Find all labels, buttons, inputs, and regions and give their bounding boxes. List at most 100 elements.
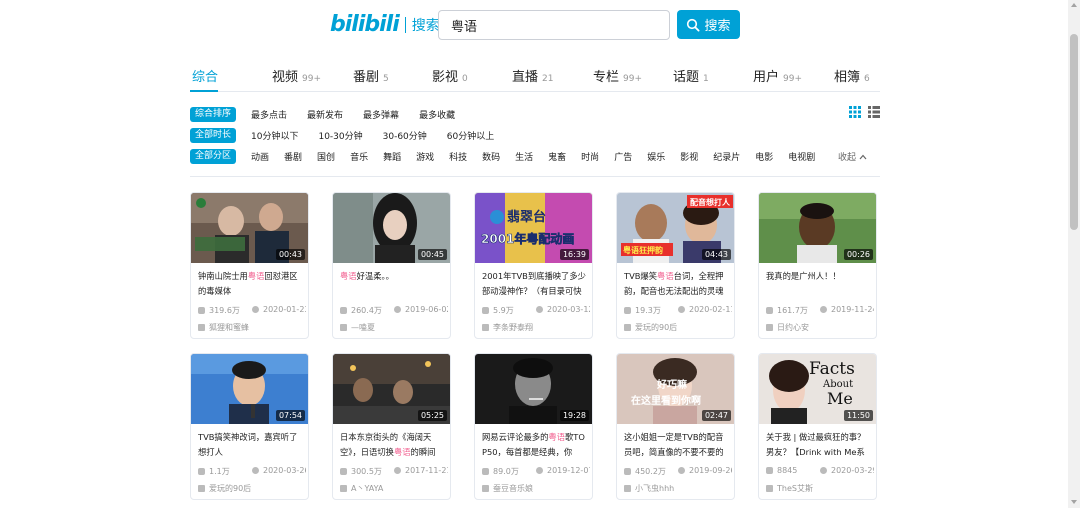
list-view-icon[interactable] bbox=[868, 106, 880, 118]
zone-item[interactable]: 音乐 bbox=[350, 150, 368, 163]
zone-item[interactable]: 番剧 bbox=[284, 150, 302, 163]
video-card[interactable]: 配音想打人 粤语狂押韵 04:43 TVB爆笑粤语台词，全程押韵，配音也无法配出… bbox=[616, 192, 735, 339]
zone-item[interactable]: 影视 bbox=[680, 150, 698, 163]
video-author[interactable]: 爱玩的90后 bbox=[624, 322, 677, 333]
view-toggle bbox=[849, 106, 880, 118]
zone-item[interactable]: 电影 bbox=[755, 150, 773, 163]
sort-most-favorite[interactable]: 最多收藏 bbox=[419, 108, 455, 121]
zone-item[interactable]: 鬼畜 bbox=[548, 150, 566, 163]
duration-all[interactable]: 全部时长 bbox=[190, 127, 237, 143]
video-author[interactable]: A丶YAYA bbox=[340, 483, 383, 494]
video-title[interactable]: TVB爆笑粤语台词，全程押韵，配音也无法配出的灵魂 bbox=[624, 269, 730, 299]
video-thumbnail[interactable]: 翡翠台 2001年粤配动画 16:39 bbox=[475, 193, 592, 263]
video-title[interactable]: 日本东京街头的《海阔天空》，日语切换粤语的瞬间 bbox=[340, 430, 446, 460]
tab-topic[interactable]: 话题 1 bbox=[673, 66, 709, 85]
video-author[interactable]: 狐狸和蜜蜂 bbox=[198, 322, 249, 333]
video-card[interactable]: 19:28 网易云评论最多的粤语歌TOP50，每首都是经典，你 89.0万 20… bbox=[474, 353, 593, 500]
duration-30-60[interactable]: 30-60分钟 bbox=[383, 129, 427, 142]
play-count-icon bbox=[482, 468, 489, 475]
video-card[interactable]: 翡翠台 2001年粤配动画 16:39 2001年TVB到底播映了多少部动漫神作… bbox=[474, 192, 593, 339]
scroll-down-arrow-icon[interactable] bbox=[1071, 500, 1077, 504]
zone-item[interactable]: 舞蹈 bbox=[383, 150, 401, 163]
zone-item[interactable]: 国创 bbox=[317, 150, 335, 163]
video-title[interactable]: 钟南山院士用粤语回怼港区的毒媒体 bbox=[198, 269, 304, 299]
sort-newest[interactable]: 最新发布 bbox=[307, 108, 343, 121]
video-title[interactable]: 这小姐姐一定是TVB的配音员吧，简直像的不要不要的 bbox=[624, 430, 730, 460]
video-author[interactable]: 爱玩的90后 bbox=[198, 483, 251, 494]
title-text: 这小姐姐一定是TVB的配音员吧，简直像的不要不要的 bbox=[624, 432, 724, 457]
video-title[interactable]: 我真的是广州人！！ bbox=[766, 269, 872, 299]
video-card[interactable]: 00:43 钟南山院士用粤语回怼港区的毒媒体 319.6万 2020-01-23… bbox=[190, 192, 309, 339]
scroll-up-arrow-icon[interactable] bbox=[1071, 3, 1077, 7]
user-icon bbox=[766, 485, 773, 492]
tab-album[interactable]: 相簿 6 bbox=[834, 66, 870, 85]
video-duration: 07:54 bbox=[275, 410, 305, 421]
video-thumbnail[interactable]: 配音想打人 粤语狂押韵 04:43 bbox=[617, 193, 734, 263]
tab-label: 视频 bbox=[272, 70, 299, 85]
filter-divider bbox=[190, 176, 880, 177]
video-duration: 02:47 bbox=[701, 410, 731, 421]
zone-item[interactable]: 娱乐 bbox=[647, 150, 665, 163]
sort-most-danmaku[interactable]: 最多弹幕 bbox=[363, 108, 399, 121]
zone-item[interactable]: 数码 bbox=[482, 150, 500, 163]
video-title[interactable]: TVB搞笑神改词，嘉宾听了想打人 bbox=[198, 430, 304, 460]
video-thumbnail[interactable]: 19:28 bbox=[475, 354, 592, 424]
duration-10-30[interactable]: 10-30分钟 bbox=[318, 129, 362, 142]
tab-bangumi[interactable]: 番剧 5 bbox=[353, 66, 389, 85]
title-text: 钟南山院士用 bbox=[198, 271, 248, 281]
video-author[interactable]: 蚕豆音乐娘 bbox=[482, 483, 533, 494]
collapse-toggle[interactable]: 收起 bbox=[838, 150, 867, 163]
tab-live[interactable]: 直播 21 bbox=[512, 66, 553, 85]
zone-item[interactable]: 广告 bbox=[614, 150, 632, 163]
zone-item[interactable]: 科技 bbox=[449, 150, 467, 163]
video-thumbnail[interactable]: 好巧嘛 在这里看到你啊 02:47 bbox=[617, 354, 734, 424]
sort-default[interactable]: 综合排序 bbox=[190, 106, 237, 122]
video-thumbnail[interactable]: 05:25 bbox=[333, 354, 450, 424]
search-tabs: 综合 视频 99+ 番剧 5 影视 0 直播 21 专栏 99+ 话题 1 用户 99+ 相簿… bbox=[190, 58, 880, 92]
video-title[interactable]: 网易云评论最多的粤语歌TOP50，每首都是经典，你 bbox=[482, 430, 588, 460]
play-count-icon bbox=[624, 468, 631, 475]
tab-video[interactable]: 视频 99+ bbox=[272, 66, 321, 85]
scrollbar-thumb[interactable] bbox=[1070, 34, 1078, 230]
search-button[interactable]: 搜索 bbox=[677, 10, 740, 39]
zone-item[interactable]: 电视剧 bbox=[788, 150, 815, 163]
video-title[interactable]: 2001年TVB到底播映了多少部动漫神作？（有目录可快 bbox=[482, 269, 588, 299]
video-thumbnail[interactable]: Facts About Me 11:50 bbox=[759, 354, 876, 424]
bilibili-logo[interactable]: bilibili 搜索 bbox=[330, 12, 440, 37]
grid-view-icon[interactable] bbox=[849, 106, 861, 118]
duration-under-10[interactable]: 10分钟以下 bbox=[251, 129, 298, 142]
video-author[interactable]: 小飞虫hhh bbox=[624, 483, 674, 494]
video-card[interactable]: 05:25 日本东京街头的《海阔天空》，日语切换粤语的瞬间 300.5万 201… bbox=[332, 353, 451, 500]
video-title[interactable]: 粤语好温柔。。 bbox=[340, 269, 446, 299]
video-author[interactable]: —嗑夏 bbox=[340, 322, 375, 333]
collapse-label: 收起 bbox=[838, 153, 857, 163]
zone-item[interactable]: 纪录片 bbox=[713, 150, 740, 163]
video-card[interactable]: 00:26 我真的是广州人！！ 161.7万 2019-11-24 日约心安 bbox=[758, 192, 877, 339]
video-title[interactable]: 关于我 | 做过最疯狂的事？男友？【Drink with Me系 bbox=[766, 430, 872, 460]
search-input[interactable] bbox=[438, 10, 670, 40]
sort-most-played[interactable]: 最多点击 bbox=[251, 108, 287, 121]
zone-item[interactable]: 生活 bbox=[515, 150, 533, 163]
video-card[interactable]: Facts About Me 11:50 关于我 | 做过最疯狂的事？男友？【D… bbox=[758, 353, 877, 500]
duration-over-60[interactable]: 60分钟以上 bbox=[447, 129, 494, 142]
video-thumbnail[interactable]: 07:54 bbox=[191, 354, 308, 424]
tab-movie[interactable]: 影视 0 bbox=[432, 66, 468, 85]
zone-item[interactable]: 时尚 bbox=[581, 150, 599, 163]
zone-all[interactable]: 全部分区 bbox=[190, 148, 237, 164]
tab-article[interactable]: 专栏 99+ bbox=[593, 66, 642, 85]
author-name: 狐狸和蜜蜂 bbox=[209, 323, 249, 332]
video-author[interactable]: 日约心安 bbox=[766, 322, 809, 333]
tab-count: 99+ bbox=[302, 74, 322, 84]
video-author[interactable]: TheS艾斯 bbox=[766, 483, 813, 494]
video-thumbnail[interactable]: 00:45 bbox=[333, 193, 450, 263]
zone-item[interactable]: 游戏 bbox=[416, 150, 434, 163]
tab-user[interactable]: 用户 99+ bbox=[753, 66, 802, 85]
video-card[interactable]: 07:54 TVB搞笑神改词，嘉宾听了想打人 1.1万 2020-03-26 爱… bbox=[190, 353, 309, 500]
video-card[interactable]: 00:45 粤语好温柔。。 260.4万 2019-06-02 —嗑夏 bbox=[332, 192, 451, 339]
video-thumbnail[interactable]: 00:26 bbox=[759, 193, 876, 263]
video-author[interactable]: 李条野泰翔 bbox=[482, 322, 533, 333]
video-card[interactable]: 好巧嘛 在这里看到你啊 02:47 这小姐姐一定是TVB的配音员吧，简直像的不要… bbox=[616, 353, 735, 500]
tab-all[interactable]: 综合 bbox=[192, 66, 218, 85]
video-thumbnail[interactable]: 00:43 bbox=[191, 193, 308, 263]
zone-item[interactable]: 动画 bbox=[251, 150, 269, 163]
